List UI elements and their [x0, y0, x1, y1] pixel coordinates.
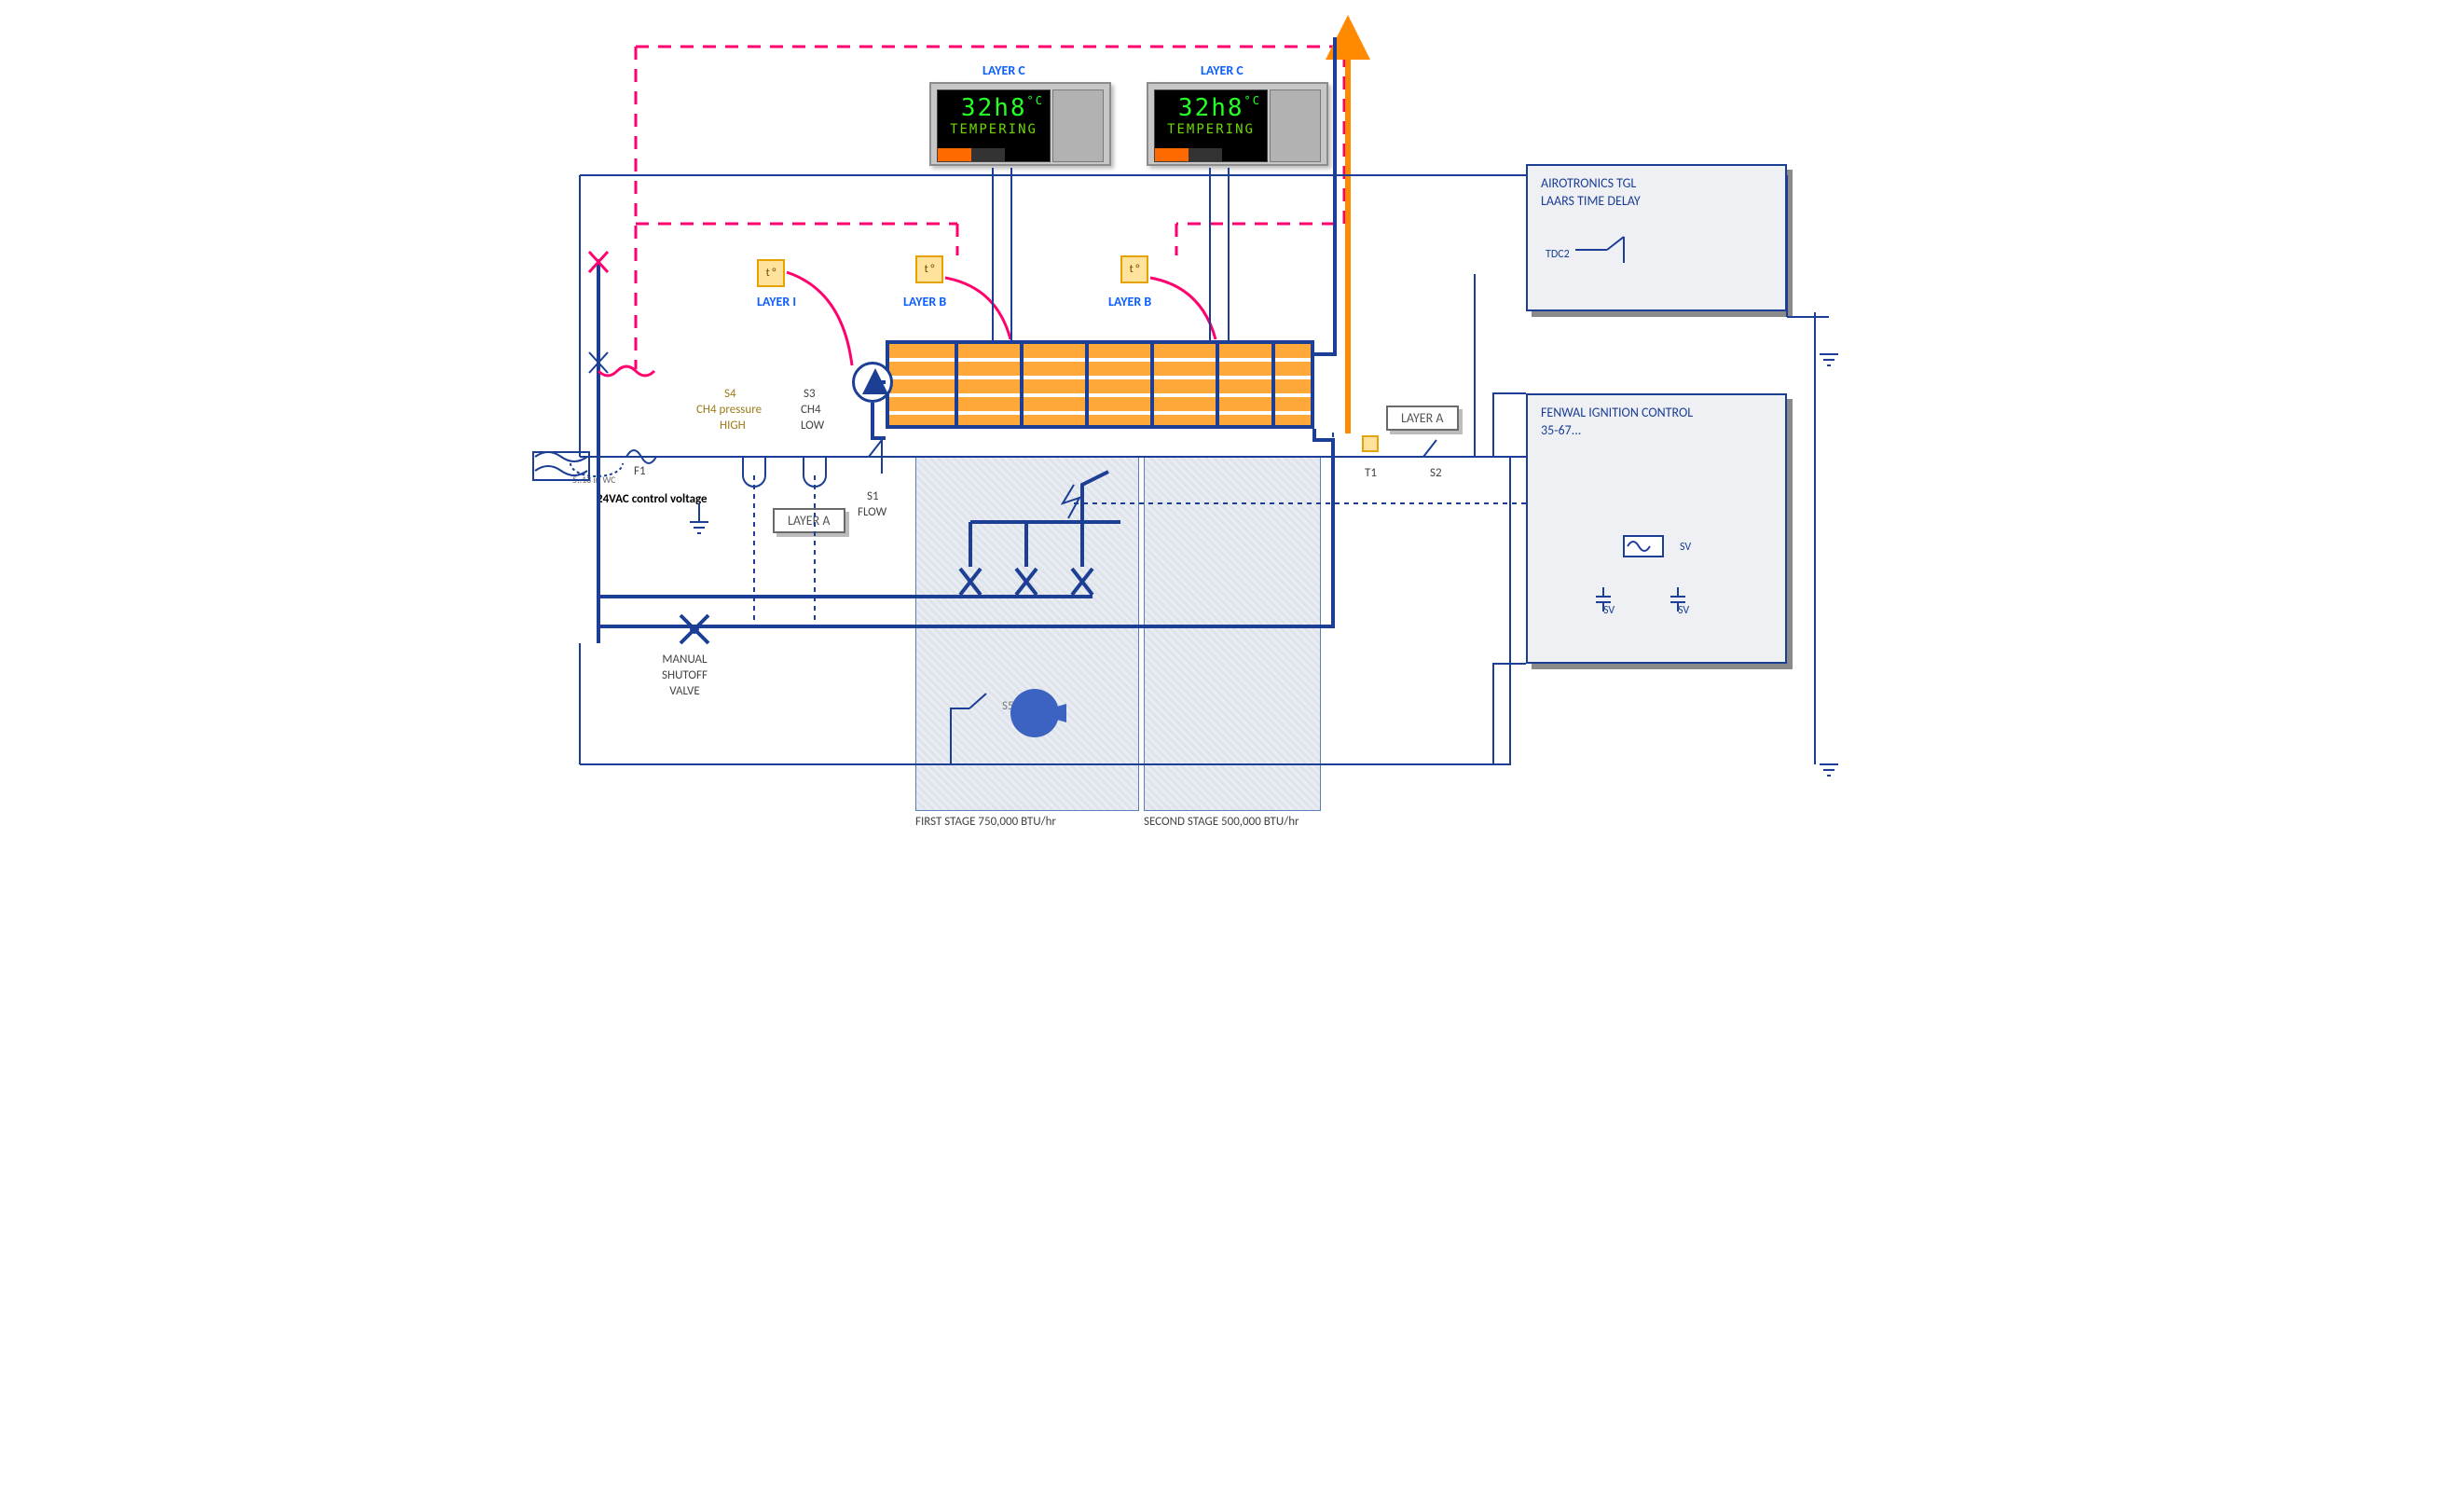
- switch-s4-icon: [743, 457, 765, 487]
- schematic-canvas: LAYER C 32h8°C TEMPERING LAYER C 32h8°C …: [524, 0, 1922, 858]
- capacitor-sv2-icon: [1670, 587, 1685, 612]
- wiring-overlay: [524, 0, 1922, 858]
- ground-icon-3: [690, 503, 708, 533]
- capacitor-sv1-icon: [1596, 587, 1611, 612]
- switch-s3-icon: [804, 457, 826, 487]
- gas-valve-1-icon: [960, 522, 981, 595]
- gas-valve-3-icon: [1072, 522, 1092, 595]
- tdc2-relay-icon: [1575, 237, 1624, 263]
- manual-shutoff-valve-icon: [680, 615, 708, 643]
- blower-icon: [1010, 689, 1066, 737]
- gas-valve-2-icon: [1016, 522, 1037, 595]
- ground-icon-1: [1820, 354, 1838, 365]
- ground-icon-2: [1820, 764, 1838, 776]
- sensor-t1-icon: [1363, 436, 1378, 451]
- fenwal-sv-box-icon: [1624, 536, 1663, 557]
- spark-icon: [1063, 485, 1079, 518]
